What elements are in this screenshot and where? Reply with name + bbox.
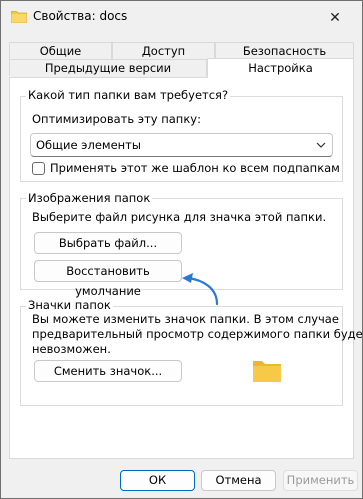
- tab-sharing-label: Доступ: [141, 44, 186, 58]
- cancel-button[interactable]: Отмена: [201, 470, 276, 491]
- tab-general-label: Общие: [39, 44, 82, 58]
- folder-icons-description-line1: Вы можете изменить значок папки. В этом …: [32, 312, 339, 326]
- apply-subfolders-label: Применять этот же шаблон ко всем подпапк…: [50, 161, 340, 175]
- folder-icons-description-line2: предварительный просмотр содержимого пап…: [32, 327, 363, 341]
- choose-file-button[interactable]: Выбрать файл...: [34, 232, 182, 254]
- annotation-arrow-icon: [182, 273, 219, 306]
- change-icon-button[interactable]: Сменить значок...: [34, 360, 182, 382]
- apply-subfolders-checkbox[interactable]: [32, 162, 45, 175]
- folder-icons-description-line3: невозможен.: [32, 342, 111, 356]
- folder-preview-icon: [253, 361, 281, 382]
- tab-customize[interactable]: Настройка: [207, 58, 354, 78]
- optimize-select-value: Общие элементы: [36, 138, 141, 152]
- folder-icon: [11, 11, 27, 23]
- tab-customize-label: Настройка: [248, 61, 313, 75]
- tab-security[interactable]: Безопасность: [215, 42, 354, 59]
- title-bar[interactable]: Свойства: docs ✕: [1, 1, 362, 33]
- tab-general[interactable]: Общие: [9, 42, 112, 59]
- properties-dialog: Свойства: docs ✕ Общие Доступ Безопаснос…: [0, 0, 363, 499]
- tab-security-label: Безопасность: [242, 44, 327, 58]
- tab-previous-versions-label: Предыдущие версии: [44, 61, 172, 75]
- folder-type-question: Какой тип папки вам требуется?: [26, 88, 231, 102]
- optimize-label: Оптимизировать эту папку:: [32, 112, 201, 126]
- tab-sharing[interactable]: Доступ: [112, 42, 215, 59]
- folder-pictures-description: Выберите файл рисунка для значка этой па…: [32, 210, 327, 224]
- apply-button[interactable]: Применить: [283, 470, 358, 491]
- folder-pictures-label: Изображения папок: [26, 191, 153, 205]
- ok-button[interactable]: ОК: [120, 470, 195, 491]
- window-title: Свойства: docs: [33, 9, 128, 23]
- tab-panel-customize: Какой тип папки вам требуется? Оптимизир…: [9, 77, 363, 459]
- close-button[interactable]: ✕: [319, 7, 351, 29]
- restore-default-button[interactable]: Восстановить умолчание: [34, 260, 182, 298]
- tab-previous-versions[interactable]: Предыдущие версии: [9, 59, 207, 76]
- chevron-down-icon: [316, 142, 326, 148]
- optimize-select[interactable]: Общие элементы: [30, 133, 333, 157]
- folder-icons-label: Значки папок: [26, 298, 113, 312]
